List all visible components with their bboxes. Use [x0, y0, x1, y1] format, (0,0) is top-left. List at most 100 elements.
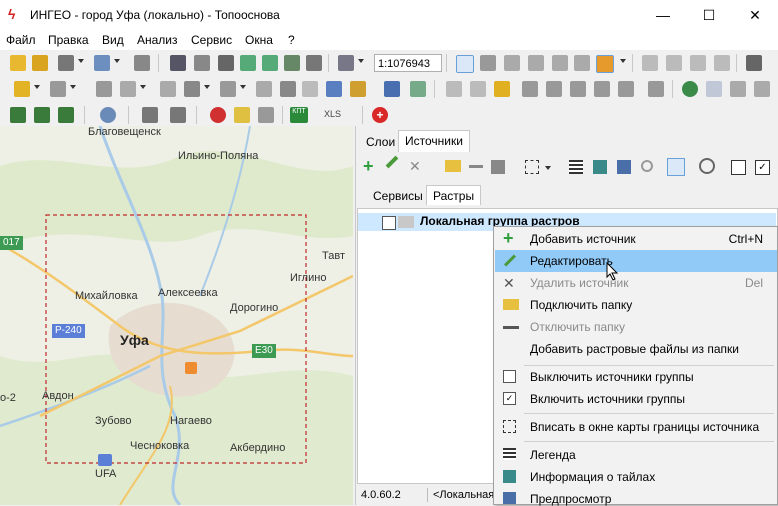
checkbox-checked-icon[interactable]: ✓	[755, 160, 770, 175]
menu-item-disconnect-folder[interactable]: Отключить папку	[495, 316, 777, 338]
chevron-down-icon[interactable]	[358, 59, 364, 63]
preview-icon[interactable]	[617, 160, 631, 174]
save-icon[interactable]	[491, 160, 505, 174]
scale-input[interactable]: 1:1076943	[374, 54, 442, 72]
group-icon[interactable]	[494, 81, 510, 97]
legend-icon[interactable]	[569, 160, 583, 174]
zoom-box-icon[interactable]	[218, 55, 234, 71]
hatch-icon[interactable]	[302, 81, 318, 97]
copy-obj-icon[interactable]	[666, 55, 682, 71]
object-tool-icon[interactable]	[50, 81, 66, 97]
navigate-icon[interactable]	[730, 81, 746, 97]
menu-help[interactable]: ?	[288, 33, 295, 47]
percent-icon[interactable]	[258, 107, 274, 123]
pan-hand-icon[interactable]	[194, 55, 210, 71]
chevron-down-icon[interactable]	[620, 59, 626, 63]
forbidden-icon[interactable]	[210, 107, 226, 123]
subtab-services[interactable]: Сервисы	[367, 186, 429, 206]
chevron-down-icon[interactable]	[114, 59, 120, 63]
menu-edit[interactable]: Правка	[48, 33, 89, 47]
menu-item-preview[interactable]: Предпросмотр	[495, 488, 777, 506]
minus-icon[interactable]	[469, 165, 483, 168]
zoom-out-icon[interactable]	[262, 55, 278, 71]
note-icon[interactable]	[234, 107, 250, 123]
map-view[interactable]: Благовещенск Ильино-Поляна Тавт Иглино М…	[0, 126, 353, 505]
help-pointer-icon[interactable]	[410, 81, 426, 97]
search-icon[interactable]	[641, 160, 653, 172]
subtab-rasters[interactable]: Растры	[426, 185, 482, 205]
intersect-icon[interactable]	[546, 81, 562, 97]
move-icon[interactable]	[642, 55, 658, 71]
select-poly-icon[interactable]	[552, 55, 568, 71]
chevron-down-icon[interactable]	[240, 85, 246, 89]
checkbox-empty-icon[interactable]	[731, 160, 746, 175]
table-icon[interactable]	[326, 81, 342, 97]
snap-icon[interactable]	[256, 81, 272, 97]
chevron-down-icon[interactable]	[204, 85, 210, 89]
zoom-prev-icon[interactable]	[306, 55, 322, 71]
gps-route-icon[interactable]	[58, 107, 74, 123]
menu-item-tile-info[interactable]: Информация о тайлах	[495, 466, 777, 488]
distribute-icon[interactable]	[470, 81, 486, 97]
menu-analysis[interactable]: Анализ	[137, 33, 178, 47]
frame-icon[interactable]	[648, 81, 664, 97]
zoom-in-icon[interactable]	[240, 55, 256, 71]
menu-item-edit[interactable]: Редактировать	[495, 250, 777, 272]
report-icon[interactable]	[350, 81, 366, 97]
select-node-icon[interactable]	[480, 55, 496, 71]
menu-view[interactable]: Вид	[102, 33, 124, 47]
menu-windows[interactable]: Окна	[245, 33, 273, 47]
fit-bounds-icon[interactable]	[525, 160, 539, 174]
menu-item-legend[interactable]: Легенда	[495, 444, 777, 466]
tile-info-icon[interactable]	[593, 160, 607, 174]
chevron-down-icon[interactable]	[34, 85, 40, 89]
gps-track-icon[interactable]	[10, 107, 26, 123]
query-icon[interactable]	[142, 107, 158, 123]
maximize-button[interactable]: ☐	[686, 0, 732, 30]
chevron-down-icon[interactable]	[140, 85, 146, 89]
x-icon[interactable]: ✕	[409, 158, 421, 175]
print-icon[interactable]	[134, 55, 150, 71]
align-icon[interactable]	[446, 81, 462, 97]
xls-button[interactable]: XLS	[324, 109, 341, 119]
kpt-button[interactable]: КПТ	[290, 107, 308, 123]
open-folder-icon[interactable]	[32, 55, 48, 71]
split-icon[interactable]	[160, 81, 176, 97]
subtract-icon[interactable]	[570, 81, 586, 97]
create-object-icon[interactable]	[14, 81, 30, 97]
settings-tool-icon[interactable]	[746, 55, 762, 71]
preview-doc-icon[interactable]	[94, 55, 110, 71]
scale-icon[interactable]	[338, 55, 354, 71]
more-tools-icon[interactable]	[754, 81, 770, 97]
close-button[interactable]: ✕	[732, 0, 778, 30]
scale-obj-icon[interactable]	[714, 55, 730, 71]
activity-icon[interactable]	[667, 158, 685, 176]
draw-line-icon[interactable]	[184, 81, 200, 97]
rotate-icon[interactable]	[690, 55, 706, 71]
globe-icon[interactable]	[682, 81, 698, 97]
menu-file[interactable]: Файл	[6, 33, 36, 47]
plus-icon[interactable]: +	[363, 156, 374, 177]
gps-point-icon[interactable]	[34, 107, 50, 123]
folder-plus-icon[interactable]	[445, 160, 461, 172]
select-rect-icon[interactable]	[504, 55, 520, 71]
menu-item-add-raster-files[interactable]: Добавить растровые файлы из папки	[495, 338, 777, 360]
menu-item-delete-source[interactable]: ✕ Удалить источник Del	[495, 272, 777, 294]
buffer-icon[interactable]	[618, 81, 634, 97]
tab-layers[interactable]: Слои	[360, 132, 401, 152]
undo-icon[interactable]	[384, 81, 400, 97]
chart-style-icon[interactable]	[596, 55, 614, 73]
select-lasso-icon[interactable]	[528, 55, 544, 71]
menu-item-add-source[interactable]: + Добавить источник Ctrl+N	[495, 228, 777, 250]
measure-icon[interactable]	[220, 81, 236, 97]
menu-service[interactable]: Сервис	[191, 33, 232, 47]
zoom-extent-icon[interactable]	[284, 55, 300, 71]
search-icon[interactable]	[100, 107, 116, 123]
minimize-button[interactable]: —	[640, 0, 686, 30]
menu-item-fit-bounds[interactable]: Вписать в окне карты границы источника	[495, 416, 777, 438]
chevron-down-icon[interactable]	[78, 59, 84, 63]
pencil-icon[interactable]	[385, 155, 399, 169]
select-area-icon[interactable]	[170, 55, 186, 71]
xor-icon[interactable]	[594, 81, 610, 97]
tree-node-checkbox[interactable]	[382, 216, 396, 230]
